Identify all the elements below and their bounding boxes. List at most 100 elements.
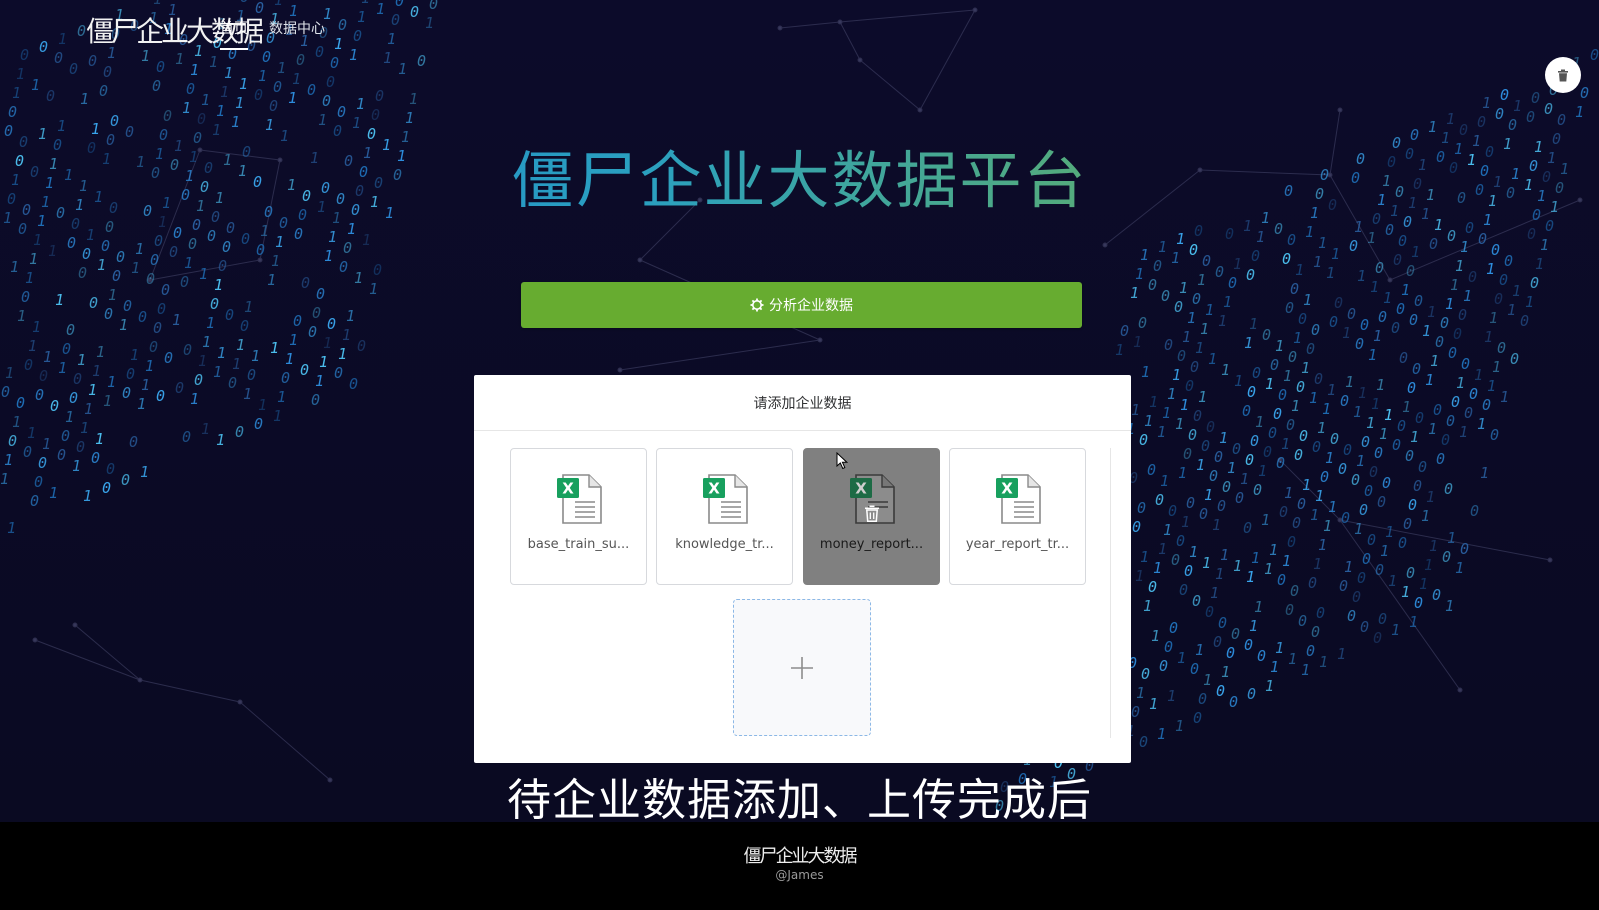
- file-card[interactable]: X money_report...: [803, 448, 940, 585]
- binary-digit: 1: [1427, 303, 1436, 321]
- binary-digit: 0: [8, 103, 17, 121]
- binary-digit: 0: [1229, 693, 1238, 711]
- file-card[interactable]: X year_report_tr...: [949, 448, 1086, 585]
- binary-digit: 1: [1167, 385, 1176, 403]
- file-card[interactable]: X knowledge_tr...: [656, 448, 793, 585]
- binary-digit: 1: [119, 316, 128, 334]
- binary-digit: 0: [1148, 578, 1157, 596]
- binary-digit: 0: [1504, 252, 1513, 270]
- binary-digit: 1: [1450, 276, 1459, 294]
- binary-digit: 0: [1441, 431, 1450, 449]
- binary-digit: 0: [1245, 451, 1254, 469]
- binary-digit: 0: [89, 294, 98, 312]
- binary-digit: 1: [1256, 228, 1265, 246]
- binary-digit: 1: [1309, 389, 1318, 407]
- binary-digit: 0: [1580, 84, 1589, 102]
- binary-digit: 0: [1, 383, 10, 401]
- binary-digit: 0: [1412, 360, 1421, 378]
- binary-digit: 0: [106, 460, 115, 478]
- binary-digit: 1: [1215, 565, 1224, 583]
- binary-digit: 0: [1193, 709, 1202, 727]
- binary-digit: 0: [254, 86, 263, 104]
- panel-scrollbar[interactable]: [1110, 448, 1111, 738]
- binary-digit: 1: [145, 357, 154, 375]
- binary-digit: 1: [1157, 725, 1166, 743]
- binary-digit: 0: [1161, 287, 1170, 305]
- binary-digit: 1: [1275, 639, 1284, 657]
- binary-digit: 1: [220, 83, 229, 101]
- binary-digit: 1: [1255, 413, 1264, 431]
- binary-digit: 0: [1544, 100, 1553, 118]
- binary-digit: 1: [1163, 521, 1172, 539]
- binary-digit: 1: [1446, 110, 1455, 128]
- binary-digit: 0: [105, 218, 114, 236]
- binary-digit: 1: [1401, 281, 1410, 299]
- binary-digit: 1: [1409, 613, 1418, 631]
- binary-digit: 0: [1273, 405, 1282, 423]
- binary-digit: 0: [1148, 276, 1157, 294]
- binary-digit: 1: [1167, 687, 1176, 705]
- binary-digit: 0: [1526, 108, 1535, 126]
- binary-digit: 1: [1264, 560, 1273, 578]
- binary-digit: 0: [1164, 638, 1173, 656]
- analyze-data-button[interactable]: 分析企业数据: [521, 282, 1082, 328]
- binary-digit: 1: [369, 280, 378, 298]
- binary-digit: 1: [1325, 449, 1334, 467]
- binary-digit: 1: [277, 59, 286, 77]
- binary-digit: 0: [1347, 607, 1356, 625]
- binary-digit: 1: [1328, 498, 1337, 516]
- binary-digit: 0: [173, 224, 182, 242]
- binary-digit: 0: [322, 92, 331, 110]
- binary-digit: 0: [1396, 300, 1405, 318]
- binary-digit: 0: [1360, 316, 1369, 334]
- binary-digit: 1: [1288, 650, 1297, 668]
- binary-digit: 1: [25, 269, 34, 287]
- binary-digit: 0: [375, 87, 384, 105]
- binary-digit: 0: [1391, 319, 1400, 337]
- binary-digit: 1: [1181, 513, 1190, 531]
- binary-digit: 1: [190, 61, 199, 79]
- file-card[interactable]: X base_train_su...: [510, 448, 647, 585]
- binary-digit: 0: [1341, 509, 1350, 527]
- binary-digit: 0: [269, 97, 278, 115]
- binary-digit: 1: [12, 413, 21, 431]
- nav-item-home[interactable]: 首页: [220, 18, 248, 50]
- binary-digit: 0: [1190, 358, 1199, 376]
- nav-item-data-center[interactable]: 数据中心: [269, 18, 325, 38]
- binary-digit: 1: [88, 381, 97, 399]
- binary-digit: 0: [1184, 562, 1193, 580]
- file-name: knowledge_tr...: [675, 537, 774, 552]
- binary-digit: 1: [318, 111, 327, 129]
- binary-digit: 0: [1285, 299, 1294, 317]
- binary-digit: 1: [1158, 238, 1167, 256]
- binary-digit: 1: [1507, 301, 1516, 319]
- binary-digit: 0: [8, 432, 17, 450]
- binary-digit: 1: [1220, 546, 1229, 564]
- binary-digit: 0: [99, 82, 108, 100]
- binary-digit: 0: [1338, 460, 1347, 478]
- binary-digit: 0: [308, 323, 317, 341]
- binary-digit: 1: [1429, 537, 1438, 555]
- footer-username: @James: [775, 868, 824, 882]
- binary-digit: 0: [1375, 259, 1384, 277]
- binary-digit: 0: [1213, 633, 1222, 651]
- binary-digit: 1: [107, 373, 116, 391]
- binary-digit: 1: [1445, 597, 1454, 615]
- delete-file-icon[interactable]: [864, 505, 880, 522]
- binary-digit: 0: [1246, 266, 1255, 284]
- add-file-button[interactable]: [733, 599, 871, 736]
- binary-digit: 1: [1426, 488, 1435, 506]
- binary-digit: 1: [1187, 309, 1196, 327]
- binary-digit: 0: [1290, 280, 1299, 298]
- binary-digit: 0: [1339, 577, 1348, 595]
- binary-digit: 0: [1177, 347, 1186, 365]
- network-node: [1547, 557, 1553, 563]
- binary-digit: 1: [1140, 548, 1149, 566]
- top-nav: 僵尸企业大数据 首页 数据中心: [0, 0, 1599, 56]
- binary-digit: 1: [1337, 645, 1346, 663]
- binary-digit: 1: [275, 233, 284, 251]
- binary-digit: 1: [199, 265, 208, 283]
- binary-digit: 1: [1379, 425, 1388, 443]
- binary-digit: 1: [28, 337, 37, 355]
- clear-button[interactable]: [1545, 57, 1581, 93]
